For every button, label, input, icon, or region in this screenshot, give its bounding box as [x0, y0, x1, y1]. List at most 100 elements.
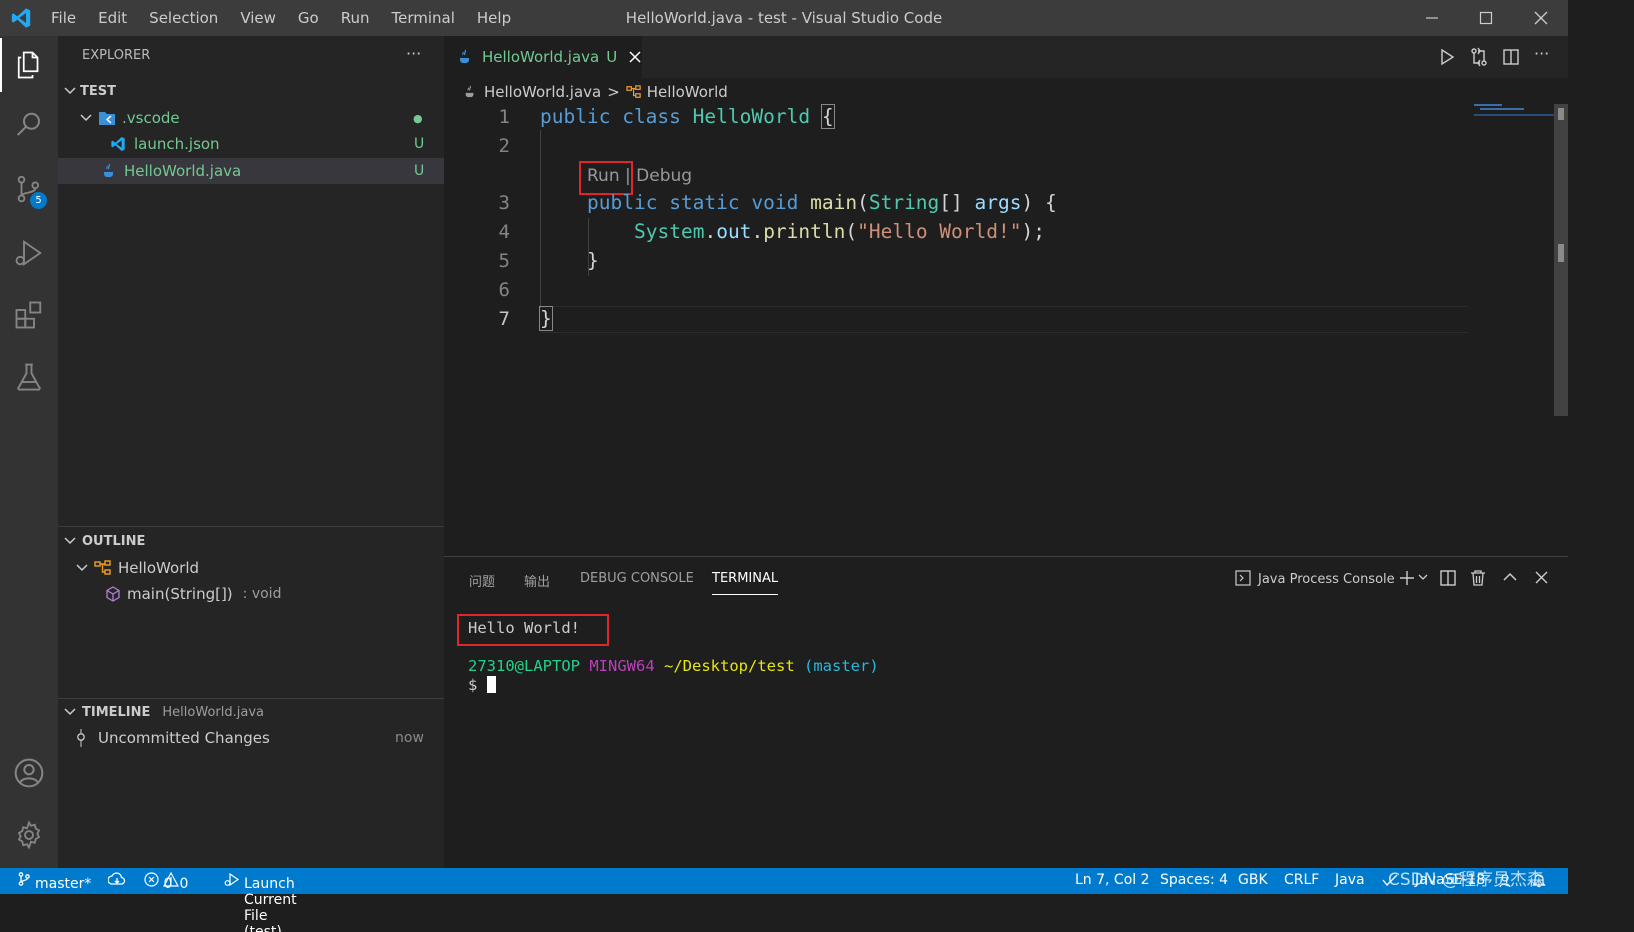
source-control-activity-icon[interactable]: 5	[0, 162, 58, 216]
language-mode[interactable]: Java	[1335, 872, 1365, 888]
outline-class-label: HelloWorld	[118, 559, 200, 577]
menu-go[interactable]: Go	[287, 0, 330, 36]
menu-file[interactable]: File	[40, 0, 87, 36]
minimize-button[interactable]	[1405, 0, 1459, 36]
new-terminal-icon[interactable]	[1398, 569, 1416, 587]
breadcrumb-symbol[interactable]: HelloWorld	[647, 83, 728, 101]
branch-indicator[interactable]: master*	[18, 872, 91, 892]
prompt-env: MINGW64	[589, 657, 655, 675]
indentation[interactable]: Spaces: 4	[1160, 872, 1228, 888]
minimap[interactable]	[1474, 104, 1554, 118]
terminal-selector[interactable]: Java Process Console	[1258, 572, 1395, 587]
outline-header[interactable]: OUTLINE	[58, 528, 444, 554]
tab-debug-console[interactable]: DEBUG CONSOLE	[580, 571, 694, 586]
run-debug-activity-icon[interactable]	[0, 226, 58, 280]
encoding[interactable]: GBK	[1238, 872, 1268, 888]
launch-config[interactable]: Launch Current File (test)	[224, 872, 297, 932]
tree-item-helloworld-java[interactable]: HelloWorld.java U	[58, 158, 444, 184]
open-changes-icon[interactable]	[1469, 47, 1489, 67]
explorer-activity-icon[interactable]	[0, 38, 58, 92]
divider	[58, 526, 444, 527]
menu-terminal[interactable]: Terminal	[381, 0, 466, 36]
java-file-icon	[458, 49, 472, 65]
line-number: 3	[498, 192, 510, 214]
breadcrumb-file[interactable]: HelloWorld.java	[484, 83, 601, 101]
outline-method-label: main(String[])	[127, 585, 233, 603]
codelens-debug[interactable]: Debug	[636, 166, 692, 186]
close-window-button[interactable]	[1514, 0, 1568, 36]
chevron-down-icon[interactable]	[1418, 572, 1428, 582]
split-terminal-icon[interactable]	[1439, 569, 1457, 587]
class-symbol-icon	[626, 85, 642, 99]
tab-output[interactable]: 输出	[524, 571, 550, 590]
highlight-box	[579, 161, 633, 195]
explorer-header: EXPLORER	[82, 48, 151, 63]
problems-indicator[interactable]: 0 0	[144, 872, 188, 892]
terminal-input-line[interactable]: $	[468, 676, 496, 694]
class-symbol-icon	[94, 560, 112, 576]
menu-view[interactable]: View	[229, 0, 287, 36]
outline-method-type: : void	[242, 586, 282, 602]
run-file-icon[interactable]	[1438, 48, 1456, 66]
split-editor-icon[interactable]	[1502, 48, 1520, 66]
prompt-branch: (master)	[804, 657, 879, 675]
activity-bar: 5	[0, 36, 58, 868]
status-bar: master* 0 0 Launch Current File (test) L…	[0, 868, 1568, 932]
settings-gear-icon[interactable]	[0, 808, 58, 862]
close-tab-icon[interactable]	[629, 51, 641, 63]
extensions-activity-icon[interactable]	[0, 288, 58, 342]
cursor-position[interactable]: Ln 7, Col 2	[1075, 872, 1150, 888]
tree-item-launch-json[interactable]: launch.json U	[58, 131, 444, 157]
timeline-entry[interactable]: Uncommitted Changes now	[58, 725, 444, 751]
tree-item-label: HelloWorld.java	[124, 162, 242, 180]
code-line-1: public class HelloWorld {	[540, 104, 835, 129]
chevron-down-icon	[80, 112, 92, 124]
tree-item-vscode[interactable]: .vscode ●	[58, 105, 444, 131]
line-number: 6	[498, 279, 510, 301]
java-file-icon	[102, 163, 116, 179]
code-line-5: }	[587, 249, 599, 272]
menu-bar: File Edit Selection View Go Run Terminal…	[40, 0, 522, 36]
sync-icon[interactable]	[108, 872, 126, 888]
warning-count: 0	[179, 876, 189, 892]
line-endings[interactable]: CRLF	[1284, 872, 1319, 888]
maximize-button[interactable]	[1459, 0, 1513, 36]
outline-class-item[interactable]: HelloWorld	[58, 555, 444, 581]
close-panel-icon[interactable]	[1535, 571, 1548, 584]
error-count: 0	[163, 876, 173, 892]
code-line-7: }	[539, 306, 553, 331]
breadcrumb: HelloWorld.java > HelloWorld	[464, 80, 728, 104]
tab-terminal[interactable]: TERMINAL	[712, 571, 779, 595]
vscode-logo-icon	[10, 7, 32, 29]
menu-help[interactable]: Help	[466, 0, 522, 36]
folder-test-header[interactable]: TEST	[58, 78, 444, 104]
menu-run[interactable]: Run	[330, 0, 381, 36]
maximize-panel-icon[interactable]	[1502, 571, 1518, 583]
line-number: 5	[498, 250, 510, 272]
tab-helloworld-java[interactable]: HelloWorld.java U	[444, 36, 642, 78]
code-editor[interactable]: HelloWorld.java > HelloWorld 1 2 3 4 5 6…	[444, 78, 1568, 556]
tree-item-label: .vscode	[122, 109, 180, 127]
menu-edit[interactable]: Edit	[87, 0, 138, 36]
chevron-down-icon	[64, 85, 76, 97]
status-untracked: U	[414, 136, 425, 152]
code-line-3: public static void main(String[] args) {	[587, 191, 1057, 214]
commit-icon	[76, 729, 86, 747]
accounts-icon[interactable]	[0, 746, 58, 800]
testing-activity-icon[interactable]	[0, 350, 58, 404]
status-dot: ●	[413, 111, 423, 125]
search-activity-icon[interactable]	[0, 98, 58, 152]
chevron-down-icon	[64, 535, 76, 547]
title-bar: File Edit Selection View Go Run Terminal…	[0, 0, 1568, 36]
tab-problems[interactable]: 问题	[469, 571, 495, 590]
menu-selection[interactable]: Selection	[138, 0, 229, 36]
timeline-header[interactable]: TIMELINE HelloWorld.java	[58, 699, 444, 725]
tab-status: U	[606, 48, 618, 66]
breadcrumb-separator: >	[607, 83, 620, 101]
more-actions-icon[interactable]: ···	[1534, 44, 1549, 63]
folder-name: TEST	[80, 83, 116, 99]
bottom-panel: 问题 输出 DEBUG CONSOLE TERMINAL Java Proces…	[444, 556, 1568, 868]
explorer-more-button[interactable]: ···	[406, 44, 421, 63]
trash-icon[interactable]	[1470, 569, 1486, 587]
outline-method-item[interactable]: main(String[]) : void	[58, 581, 444, 607]
